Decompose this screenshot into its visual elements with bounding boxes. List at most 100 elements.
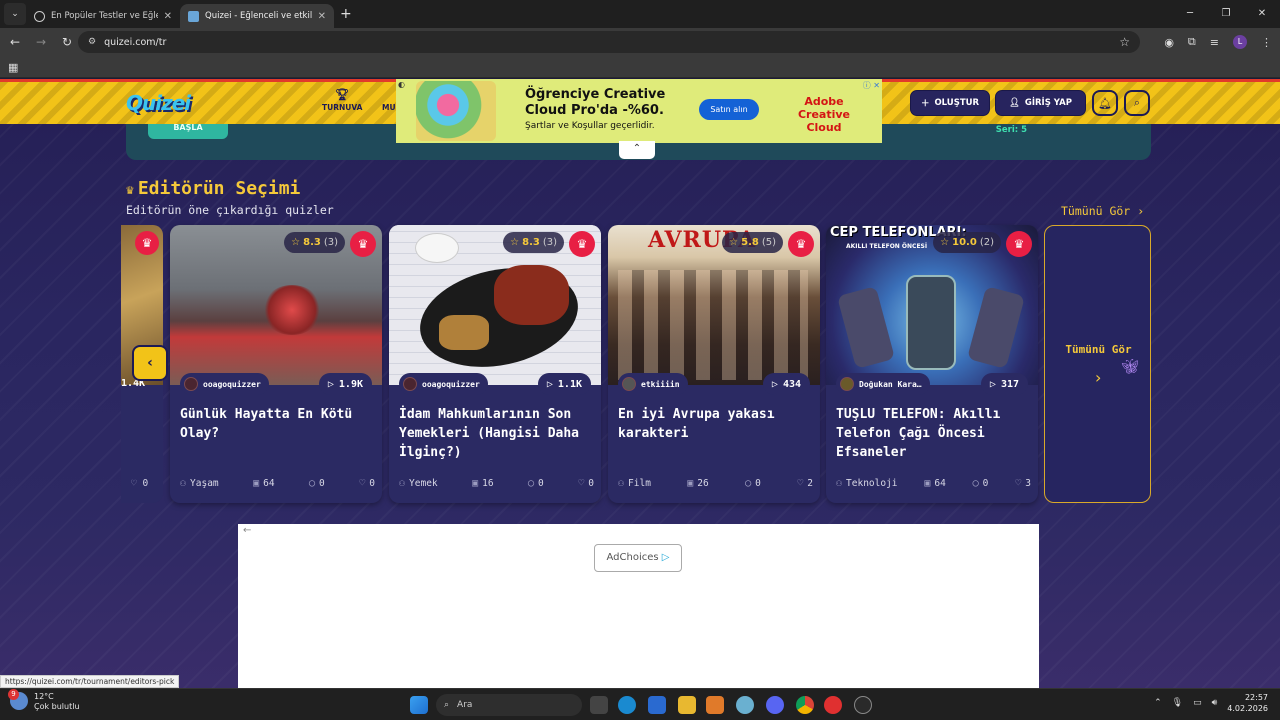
create-button[interactable]: ＋ OLUŞTUR bbox=[910, 90, 990, 116]
ad-banner-top[interactable]: ◐ Öğrenciye Creative Cloud Pro'da -%60. … bbox=[396, 79, 882, 143]
see-all-card-label: Tümünü Gör bbox=[1065, 343, 1132, 356]
likes-count: 2 bbox=[807, 478, 813, 489]
images-icon: ▣ bbox=[472, 478, 479, 489]
app-icon[interactable] bbox=[736, 696, 754, 714]
app-icon[interactable] bbox=[824, 696, 842, 714]
author-pill[interactable]: ooagoquizzer bbox=[399, 373, 488, 395]
author-name: ooagoquizzer bbox=[203, 379, 261, 389]
menu-icon[interactable]: ⋮ bbox=[1261, 36, 1272, 49]
card-title[interactable]: En iyi Avrupa yakası karakteri bbox=[618, 405, 813, 443]
ad-cta-button[interactable]: Satın alın bbox=[699, 99, 759, 120]
quiz-card[interactable]: ☆ 8.3 (3) ♛ ooagoquizzer ▷ 1.9K Günlük Haya… bbox=[170, 225, 382, 503]
tab-1[interactable]: En Popüler Testler ve Eğlenceli ✕ bbox=[26, 4, 180, 28]
microphone-icon[interactable]: 🎙︎ bbox=[1172, 698, 1183, 708]
restore-icon[interactable]: ❐ bbox=[1208, 0, 1244, 28]
puzzle-icon[interactable]: ⧉ bbox=[1188, 35, 1196, 49]
ad-brand: Adobe Creative Cloud bbox=[797, 95, 851, 134]
card-likes[interactable]: ♡ 2 bbox=[797, 478, 813, 489]
card-footer: ⚇ Yaşam ▣ 64 ◯ 0 ♡ 0 bbox=[180, 478, 375, 489]
url-field[interactable]: ⚙ quizei.com/tr ☆ bbox=[78, 31, 1140, 53]
author-pill[interactable]: Doğukan Kara… bbox=[836, 373, 930, 395]
card-title[interactable]: Günlük Hayatta En Kötü Olay? bbox=[180, 405, 375, 443]
network-icon[interactable]: ▭ bbox=[1193, 698, 1202, 708]
close-icon[interactable]: ✕ bbox=[164, 11, 172, 22]
see-all-link[interactable]: Tümünü Gör › bbox=[1061, 204, 1144, 218]
play-icon: ▷ bbox=[327, 378, 334, 390]
app-icon[interactable] bbox=[854, 696, 872, 714]
comments-count: 0 bbox=[538, 478, 544, 489]
back-arrow-icon[interactable]: ← bbox=[243, 525, 251, 536]
card-questions: ▣ 26 bbox=[687, 478, 708, 489]
store-icon[interactable] bbox=[648, 696, 666, 714]
windows-start-icon[interactable] bbox=[410, 696, 428, 714]
reading-list-icon[interactable]: ≡ bbox=[1210, 36, 1219, 49]
ad-banner-bottom[interactable]: ← AdChoices ▷ bbox=[238, 524, 1039, 688]
quiz-card[interactable]: AVRUPA ☆ 5.8 (5) ♛ etkiiiin ▷ 434 En iyi Av… bbox=[608, 225, 820, 503]
card-title[interactable]: İdam Mahkumlarının Son Yemekleri (Hangis… bbox=[399, 405, 594, 462]
login-button[interactable]: 👤︎ GİRİŞ YAP bbox=[995, 90, 1086, 116]
address-bar: ← → ↻ ⚙ quizei.com/tr ☆ ◉ ⧉ ≡ L ⋮ bbox=[0, 28, 1280, 56]
reload-icon[interactable]: ↻ bbox=[54, 35, 80, 49]
app-icon[interactable] bbox=[706, 696, 724, 714]
images-icon: ▣ bbox=[253, 478, 260, 489]
collapse-ad-icon[interactable]: ⌃ bbox=[619, 141, 655, 159]
ad-info-icon[interactable]: ⓘ ✕ bbox=[863, 80, 880, 91]
tab-title: En Popüler Testler ve Eğlenceli bbox=[51, 11, 158, 21]
plays-count: 1.1K bbox=[557, 378, 582, 390]
author-pill[interactable]: etkiiiin bbox=[618, 373, 688, 395]
search-icon[interactable]: ⌕ bbox=[1124, 90, 1150, 116]
card-likes[interactable]: ♡ 0 bbox=[359, 478, 375, 489]
see-all-card[interactable]: Tümünü Gör › 🦋︎ bbox=[1044, 225, 1151, 503]
apps-grid-icon[interactable]: ▦ bbox=[8, 61, 18, 74]
discord-icon[interactable] bbox=[766, 696, 784, 714]
new-tab-button[interactable]: + bbox=[340, 6, 352, 22]
edge-icon[interactable] bbox=[618, 696, 636, 714]
heart-icon: ♡ bbox=[797, 478, 804, 489]
card-title[interactable]: TUŞLU TELEFON: Akıllı Telefon Çağı Önces… bbox=[836, 405, 1031, 462]
chrome-icon[interactable] bbox=[796, 696, 814, 714]
tab-search-button[interactable]: ⌄ bbox=[4, 3, 26, 25]
plays-pill: ▷ 1.1K bbox=[537, 373, 591, 395]
profile-avatar[interactable]: L bbox=[1233, 35, 1247, 49]
likes-count: 0 bbox=[369, 478, 375, 489]
file-explorer-icon[interactable] bbox=[678, 696, 696, 714]
volume-icon[interactable]: 🔊︎ bbox=[1212, 698, 1218, 708]
rating-count: (3) bbox=[542, 237, 557, 248]
quiz-card[interactable]: ☆ 8.3 (3) ♛ ooagoquizzer ▷ 1.1K İdam Mahkum… bbox=[389, 225, 601, 503]
card-likes[interactable]: ♡ 0 bbox=[578, 478, 594, 489]
quiz-card[interactable]: CEP TELEFONLARI: AKILLI TELEFON ÖNCESİ ☆… bbox=[826, 225, 1038, 503]
nav-turnuva[interactable]: 🏆︎ TURNUVA bbox=[322, 88, 362, 112]
site-logo[interactable]: Quizei bbox=[126, 91, 191, 115]
minimize-icon[interactable]: ─ bbox=[1172, 0, 1208, 28]
close-window-icon[interactable]: ✕ bbox=[1244, 0, 1280, 28]
close-icon[interactable]: ✕ bbox=[318, 11, 326, 22]
bookmark-star-icon[interactable]: ☆ bbox=[1119, 35, 1130, 49]
taskbar-search[interactable]: ⌕ Ara bbox=[436, 694, 582, 716]
forward-icon[interactable]: → bbox=[28, 35, 54, 49]
chevron-up-icon[interactable]: ⌃ bbox=[1154, 698, 1162, 708]
bell-icon[interactable]: 🔔︎ bbox=[1092, 90, 1118, 116]
nav-mu[interactable]: MU bbox=[382, 103, 396, 112]
comment-icon: ◯ bbox=[972, 478, 979, 489]
heart-icon: ♡ bbox=[359, 478, 366, 489]
comments-count: 0 bbox=[755, 478, 761, 489]
comments-count: 0 bbox=[982, 478, 989, 489]
tab-2[interactable]: Quizei - Eğlenceli ve etkileşimli ✕ bbox=[180, 4, 334, 28]
extension-icon[interactable]: ◉ bbox=[1164, 36, 1174, 49]
back-icon[interactable]: ← bbox=[2, 35, 28, 49]
author-pill[interactable]: ooagoquizzer bbox=[180, 373, 269, 395]
banner-button[interactable]: BAŞLA bbox=[148, 123, 228, 139]
clock[interactable]: 22:57 4.02.2026 bbox=[1227, 692, 1268, 714]
weather-widget[interactable]: 9 12°C Çok bulutlu bbox=[8, 689, 80, 712]
adchoices-button[interactable]: AdChoices ▷ bbox=[594, 544, 682, 572]
category-label: Yaşam bbox=[190, 478, 219, 489]
crown-badge-icon: ♛ bbox=[569, 231, 595, 257]
task-view-icon[interactable] bbox=[590, 696, 608, 714]
card-footer: ⚇ Yemek ▣ 16 ◯ 0 ♡ 0 bbox=[399, 478, 594, 489]
rating-value: 10.0 bbox=[952, 237, 977, 248]
card-likes[interactable]: ♡ 3 bbox=[1015, 478, 1031, 489]
site-info-icon[interactable]: ⚙ bbox=[88, 37, 96, 47]
carousel-prev-button[interactable]: ‹ bbox=[132, 345, 168, 381]
crown-badge-icon: ♛ bbox=[350, 231, 376, 257]
questions-count: 26 bbox=[697, 478, 709, 489]
